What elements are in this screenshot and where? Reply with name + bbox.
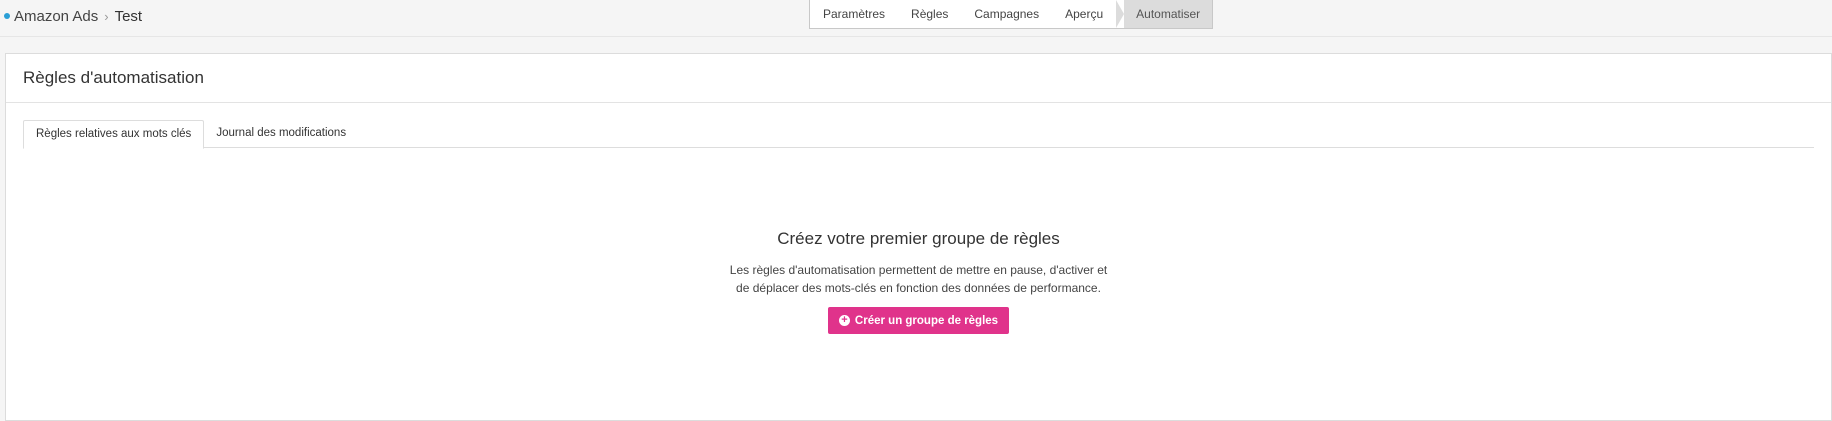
panel-header: Règles d'automatisation [6,54,1831,103]
status-dot-icon [4,13,10,19]
step-apercu[interactable]: Aperçu [1052,0,1116,28]
chevron-right-icon: › [104,8,109,24]
empty-state-line-2: de déplacer des mots-clés en fonction de… [736,281,1101,295]
tab-keyword-rules[interactable]: Règles relatives aux mots clés [23,120,205,149]
breadcrumb-root-link[interactable]: Amazon Ads [14,8,98,25]
create-rule-group-button[interactable]: + Créer un groupe de règles [827,307,1010,334]
wizard-steps: Paramètres Règles Campagnes Aperçu Autom… [809,0,1214,29]
automation-panel: Règles d'automatisation Règles relatives… [5,53,1832,421]
empty-state-heading: Créez votre premier groupe de règles [777,229,1060,248]
breadcrumb: Amazon Ads › Test [4,6,142,26]
tab-bar: Règles relatives aux mots clés Journal d… [23,120,1814,149]
plus-circle-icon: + [838,315,850,326]
top-bar: Amazon Ads › Test Paramètres Règles Camp… [0,0,1832,37]
tab-change-log[interactable]: Journal des modifications [204,120,358,149]
step-automatiser[interactable]: Automatiser [1116,0,1213,28]
step-parametres[interactable]: Paramètres [810,0,898,28]
breadcrumb-current: Test [114,7,143,25]
page-title: Règles d'automatisation [23,68,204,87]
empty-state: Créez votre premier groupe de règles Les… [6,229,1831,334]
step-regles[interactable]: Règles [898,0,961,28]
empty-state-line-1: Les règles d'automatisation permettent d… [729,263,1108,277]
create-rule-group-label: Créer un groupe de règles [854,314,999,327]
step-campagnes[interactable]: Campagnes [961,0,1052,28]
